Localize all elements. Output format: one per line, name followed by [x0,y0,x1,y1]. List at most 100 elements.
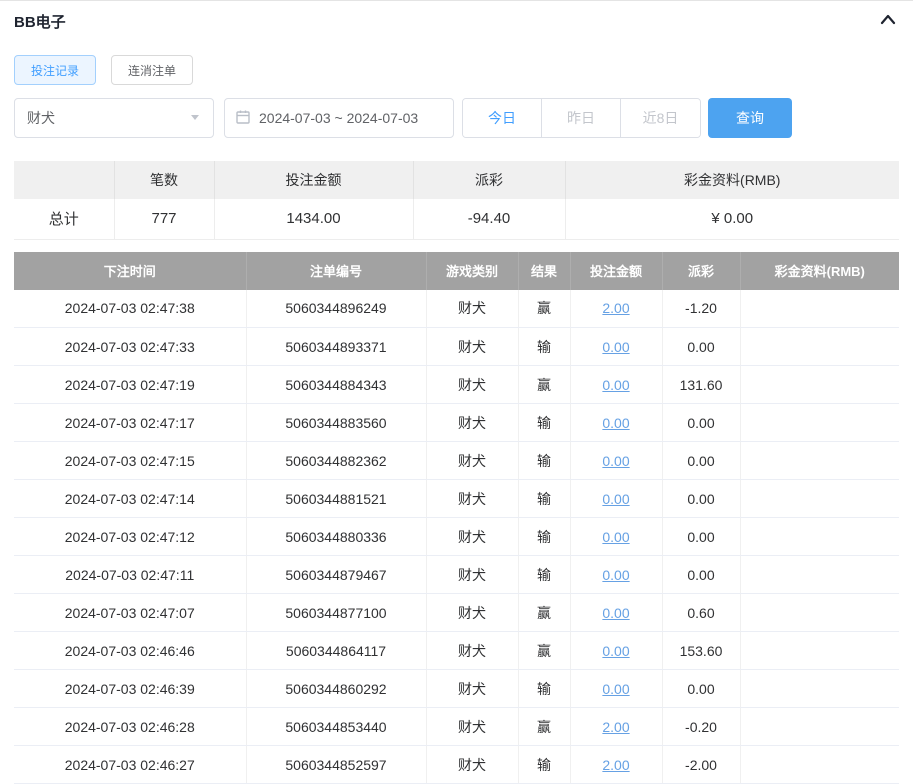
table-row: 2024-07-03 02:47:12 5060344880336 财犬 输 0… [14,518,899,556]
bet-id-cell: 5060344864117 [246,632,426,670]
quick-last8days-button[interactable]: 近8日 [621,99,700,137]
summary-total-payout: -94.40 [413,199,565,239]
payout-cell: 0.00 [662,518,740,556]
bet-amount-cell: 0.00 [570,518,662,556]
bonus-cell [740,404,899,442]
game-type-cell: 财犬 [426,708,518,746]
bet-amount-link[interactable]: 0.00 [602,529,629,545]
result-cell: 赢 [518,594,570,632]
header-game-type: 游戏类别 [426,252,518,290]
bet-amount-link[interactable]: 0.00 [602,491,629,507]
bet-amount-cell: 0.00 [570,556,662,594]
bet-amount-link[interactable]: 0.00 [602,377,629,393]
bet-amount-link[interactable]: 2.00 [602,757,629,773]
summary-total-bonus: ¥ 0.00 [565,199,899,239]
game-select[interactable]: 财犬 [14,98,214,138]
filter-bar: 财犬 2024-07-03 ~ 2024-07-03 今日 昨日 近8日 查询 [14,98,899,138]
summary-header-row: 笔数 投注金额 派彩 彩金资料(RMB) [14,161,899,199]
bet-amount-link[interactable]: 0.00 [602,681,629,697]
payout-cell: 0.00 [662,404,740,442]
calendar-icon [235,109,251,128]
result-cell: 输 [518,442,570,480]
bet-id-cell: 5060344884343 [246,366,426,404]
table-row: 2024-07-03 02:46:46 5060344864117 财犬 赢 0… [14,632,899,670]
quick-yesterday-button[interactable]: 昨日 [542,99,621,137]
bet-amount-link[interactable]: 2.00 [602,300,629,316]
payout-cell: -0.20 [662,708,740,746]
bet-amount-cell: 0.00 [570,442,662,480]
bet-amount-link[interactable]: 2.00 [602,719,629,735]
payout-cell: -2.00 [662,746,740,784]
summary-total-label: 总计 [14,199,114,239]
tab-cancelled-bets[interactable]: 连消注单 [111,55,193,85]
game-type-cell: 财犬 [426,746,518,784]
bet-amount-cell: 0.00 [570,404,662,442]
bet-time-cell: 2024-07-03 02:47:15 [14,442,246,480]
bet-amount-cell: 0.00 [570,670,662,708]
bet-time-cell: 2024-07-03 02:46:39 [14,670,246,708]
bet-id-cell: 5060344893371 [246,328,426,366]
bet-time-cell: 2024-07-03 02:47:38 [14,290,246,328]
bet-amount-link[interactable]: 0.00 [602,415,629,431]
bet-amount-link[interactable]: 0.00 [602,605,629,621]
chevron-up-icon [879,12,897,31]
summary-header-payout: 派彩 [413,161,565,199]
table-row: 2024-07-03 02:47:14 5060344881521 财犬 输 0… [14,480,899,518]
panel-header: BB电子 [0,1,913,41]
table-header-row: 下注时间 注单编号 游戏类别 结果 投注金额 派彩 彩金资料(RMB) [14,252,899,290]
bet-amount-link[interactable]: 0.00 [602,643,629,659]
bet-amount-cell: 0.00 [570,328,662,366]
bet-id-cell: 5060344880336 [246,518,426,556]
bet-amount-cell: 0.00 [570,632,662,670]
bet-amount-cell: 2.00 [570,708,662,746]
table-row: 2024-07-03 02:47:33 5060344893371 财犬 输 0… [14,328,899,366]
bet-amount-link[interactable]: 0.00 [602,567,629,583]
bet-id-cell: 5060344896249 [246,290,426,328]
game-type-cell: 财犬 [426,404,518,442]
quick-date-group: 今日 昨日 近8日 [462,98,701,138]
summary-total-bet-amount: 1434.00 [214,199,413,239]
bet-id-cell: 5060344860292 [246,670,426,708]
header-bet-id: 注单编号 [246,252,426,290]
result-cell: 输 [518,518,570,556]
summary-header-count: 笔数 [114,161,214,199]
payout-cell: 0.00 [662,670,740,708]
bet-time-cell: 2024-07-03 02:47:19 [14,366,246,404]
summary-total-row: 总计 777 1434.00 -94.40 ¥ 0.00 [14,199,899,239]
result-cell: 赢 [518,366,570,404]
collapse-button[interactable] [879,12,897,31]
game-type-cell: 财犬 [426,480,518,518]
quick-today-button[interactable]: 今日 [463,99,542,137]
bet-amount-link[interactable]: 0.00 [602,339,629,355]
summary-header-empty [14,161,114,199]
result-cell: 输 [518,328,570,366]
result-cell: 输 [518,746,570,784]
header-payout: 派彩 [662,252,740,290]
bonus-cell [740,746,899,784]
game-type-cell: 财犬 [426,366,518,404]
bet-time-cell: 2024-07-03 02:47:17 [14,404,246,442]
game-type-cell: 财犬 [426,290,518,328]
table-row: 2024-07-03 02:46:39 5060344860292 财犬 输 0… [14,670,899,708]
bet-id-cell: 5060344882362 [246,442,426,480]
date-range-picker[interactable]: 2024-07-03 ~ 2024-07-03 [224,98,454,138]
summary-header-bonus: 彩金资料(RMB) [565,161,899,199]
tab-bet-records[interactable]: 投注记录 [14,55,96,85]
payout-cell: 131.60 [662,366,740,404]
payout-cell: 0.00 [662,328,740,366]
summary-total-count: 777 [114,199,214,239]
bet-time-cell: 2024-07-03 02:46:46 [14,632,246,670]
bet-time-cell: 2024-07-03 02:46:28 [14,708,246,746]
summary-header-bet-amount: 投注金额 [214,161,413,199]
bet-amount-cell: 2.00 [570,290,662,328]
search-button[interactable]: 查询 [708,98,792,138]
bet-records-table: 下注时间 注单编号 游戏类别 结果 投注金额 派彩 彩金资料(RMB) 2024… [14,252,899,784]
table-row: 2024-07-03 02:46:28 5060344853440 财犬 赢 2… [14,708,899,746]
result-cell: 输 [518,480,570,518]
game-select-value: 财犬 [27,108,55,128]
game-type-cell: 财犬 [426,670,518,708]
bet-amount-link[interactable]: 0.00 [602,453,629,469]
payout-cell: 0.00 [662,442,740,480]
bonus-cell [740,556,899,594]
game-type-cell: 财犬 [426,594,518,632]
